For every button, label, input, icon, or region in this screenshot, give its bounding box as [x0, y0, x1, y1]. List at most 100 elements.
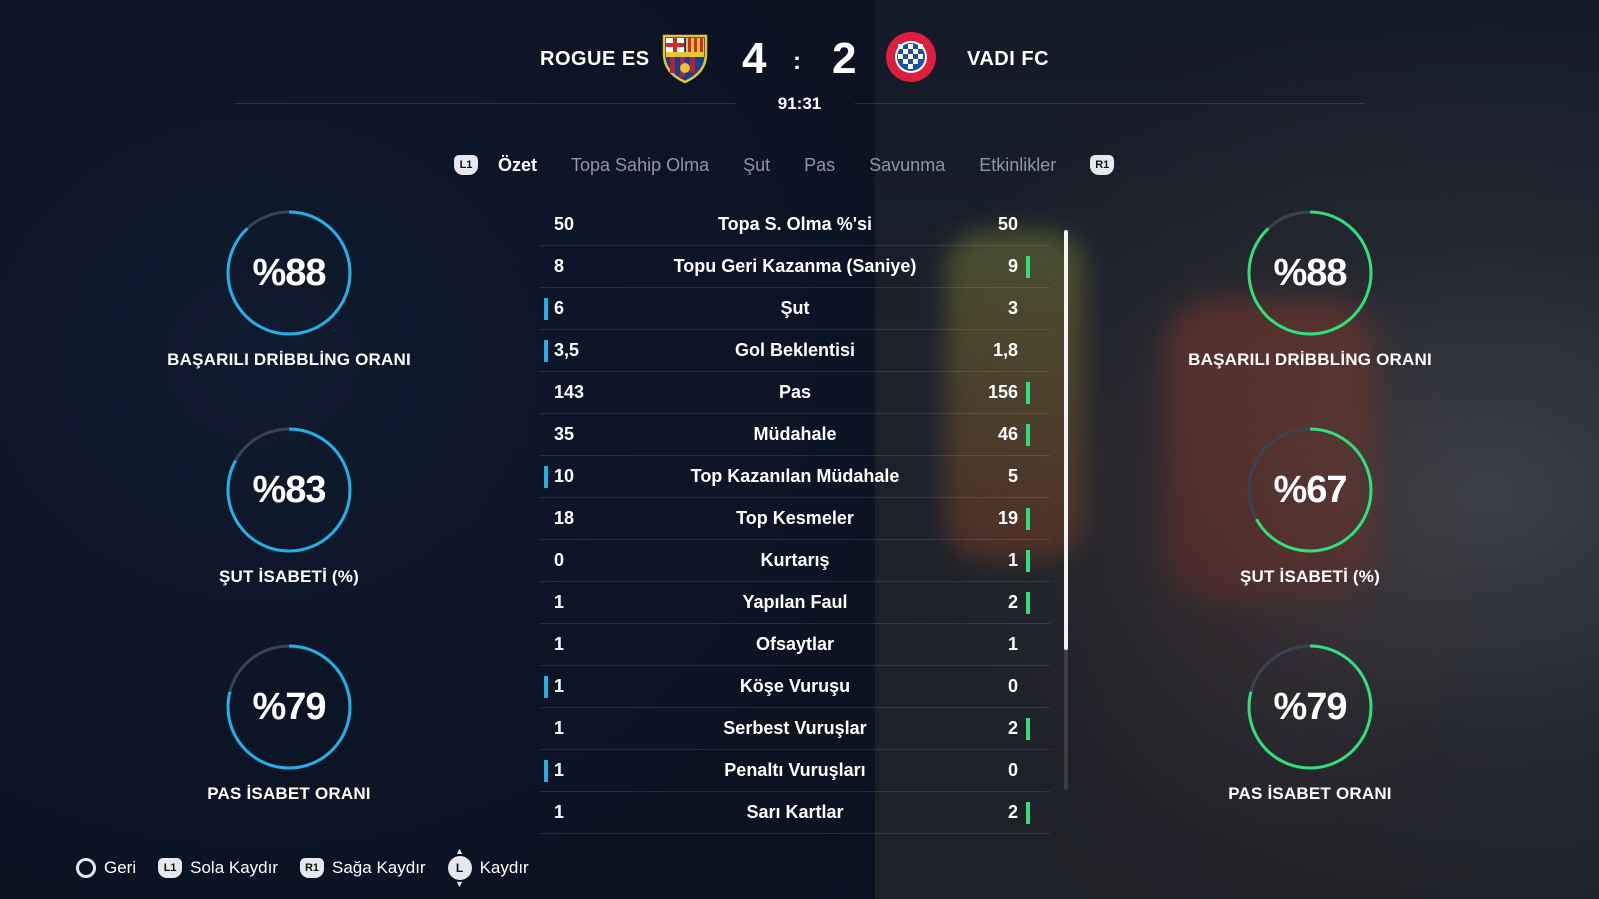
stat-row: 1 Sarı Kartlar 2 — [540, 792, 1050, 834]
away-stat-value: 2 — [1007, 718, 1018, 738]
l1-button-icon: L1 — [158, 858, 183, 878]
stat-row: 6 Şut 3 — [540, 288, 1050, 330]
home-dribbling-ring: %88 — [224, 208, 354, 338]
scroll-left-control[interactable]: L1 Sola Kaydır — [158, 858, 278, 878]
stat-name: Müdahale — [753, 424, 837, 444]
home-team-name: ROGUE ES — [540, 48, 650, 70]
away-stat-value: 0 — [1007, 676, 1018, 696]
away-pass-accuracy-stat: %79 PAS İSABET ORANI — [1160, 642, 1460, 804]
circle-button-icon — [76, 858, 96, 878]
tab-savunma[interactable]: Savunma — [869, 155, 945, 176]
home-pass-accuracy-label: PAS İSABET ORANI — [207, 784, 371, 803]
home-team-crest-icon — [662, 34, 708, 84]
away-dribbling-value: %88 — [1273, 252, 1347, 294]
home-pass-accuracy-ring: %79 — [224, 642, 354, 772]
stat-row: 1 Köşe Vuruşu 0 — [540, 666, 1050, 708]
home-shot-accuracy-label: ŞUT İSABETİ (%) — [219, 567, 359, 586]
scroll-control[interactable]: ▲ L ▼ Kaydır — [447, 847, 529, 889]
scroll-label: Kaydır — [479, 858, 529, 877]
tab-topa-sahip-olma[interactable]: Topa Sahip Olma — [571, 155, 709, 176]
scroll-right-label: Sağa Kaydır — [332, 858, 426, 877]
away-pass-accuracy-label: PAS İSABET ORANI — [1228, 784, 1392, 803]
away-stat-value: 0 — [1007, 760, 1018, 780]
stat-row: 1 Ofsaytlar 1 — [540, 624, 1050, 666]
stat-row: 1 Serbest Vuruşlar 2 — [540, 708, 1050, 750]
away-stat-value: 46 — [997, 424, 1018, 444]
stat-row: 1 Penaltı Vuruşları 0 — [540, 750, 1050, 792]
stat-row: 35 Müdahale 46 — [540, 414, 1050, 456]
stat-name: Köşe Vuruşu — [739, 676, 851, 696]
stat-row: 10 Top Kazanılan Müdahale 5 — [540, 456, 1050, 498]
away-shot-accuracy-label: ŞUT İSABETİ (%) — [1240, 567, 1380, 586]
scroll-right-control[interactable]: R1 Sağa Kaydır — [300, 858, 426, 878]
home-shot-accuracy-stat: %83 ŞUT İSABETİ (%) — [139, 425, 439, 587]
scoreboard-header: ROGUE ES 4 : 2 VADI FC — [0, 30, 1599, 90]
r1-button-icon: R1 — [300, 858, 325, 878]
r1-button-icon[interactable]: R1 — [1090, 155, 1115, 175]
stat-name: Yapılan Faul — [742, 592, 848, 612]
away-team-name: VADI FC — [967, 48, 1050, 70]
stat-row: 0 Kurtarış 1 — [540, 540, 1050, 582]
stat-name: Penaltı Vuruşları — [724, 760, 866, 780]
away-dribbling-stat: %88 BAŞARILI DRİBBLİNG ORANI — [1160, 208, 1460, 370]
stats-scrollbar-thumb[interactable] — [1064, 230, 1068, 650]
match-stats-table[interactable]: 50 Topa S. Olma %'si 50 8 Topu Geri Kazanma … — [540, 204, 1050, 834]
stat-name: Topa S. Olma %'si — [718, 214, 872, 234]
away-pass-accuracy-value: %79 — [1273, 686, 1347, 728]
home-shot-accuracy-ring: %83 — [224, 425, 354, 555]
away-dribbling-label: BAŞARILI DRİBBLİNG ORANI — [1188, 350, 1432, 369]
match-clock: 91:31 — [777, 94, 822, 113]
stat-name: Pas — [778, 382, 812, 402]
stat-row: 3,5 Gol Beklentisi 1,8 — [540, 330, 1050, 372]
away-stat-value: 1,8 — [992, 340, 1018, 360]
away-stat-value: 3 — [1007, 298, 1018, 318]
home-pass-accuracy-stat: %79 PAS İSABET ORANI — [139, 642, 439, 804]
away-stat-value: 9 — [1007, 256, 1018, 276]
stat-name: Top Kesmeler — [736, 508, 854, 528]
tab-pas[interactable]: Pas — [804, 155, 835, 176]
l1-button-icon[interactable]: L1 — [454, 155, 478, 175]
away-stat-value: 156 — [987, 382, 1018, 402]
stat-row: 1 Yapılan Faul 2 — [540, 582, 1050, 624]
stat-row: 50 Topa S. Olma %'si 50 — [540, 204, 1050, 246]
stat-row: 8 Topu Geri Kazanma (Saniye) 9 — [540, 246, 1050, 288]
stat-row: 143 Pas 156 — [540, 372, 1050, 414]
home-dribbling-label: BAŞARILI DRİBBLİNG ORANI — [167, 350, 411, 369]
away-stat-value: 2 — [1007, 802, 1018, 822]
away-score: 2 — [832, 34, 857, 83]
home-score: 4 — [742, 34, 767, 83]
controls-footer: Geri L1 Sola Kaydır R1 Sağa Kaydır ▲ L ▼… — [76, 847, 551, 889]
away-stat-value: 1 — [1007, 550, 1018, 570]
score-separator: : — [793, 48, 801, 75]
home-dribbling-value: %88 — [252, 252, 326, 294]
stats-scrollbar[interactable] — [1064, 230, 1068, 790]
stat-name: Şut — [780, 298, 810, 318]
away-stat-value: 19 — [997, 508, 1018, 528]
stat-row: 18 Top Kesmeler 19 — [540, 498, 1050, 540]
stats-tab-bar: L1 Özet Topa Sahip Olma Şut Pas Savunma … — [454, 150, 1115, 180]
away-stat-value: 50 — [997, 214, 1018, 234]
stat-name: Top Kazanılan Müdahale — [690, 466, 900, 486]
home-pass-accuracy-value: %79 — [252, 686, 326, 728]
back-label: Geri — [104, 858, 137, 877]
away-stat-value: 2 — [1007, 592, 1018, 612]
tab-etkinlikler[interactable]: Etkinlikler — [979, 155, 1056, 176]
stat-name: Sarı Kartlar — [746, 802, 844, 822]
away-dribbling-ring: %88 — [1245, 208, 1375, 338]
away-shot-accuracy-ring: %67 — [1245, 425, 1375, 555]
away-team-crest-icon — [886, 32, 936, 82]
home-shot-accuracy-value: %83 — [252, 469, 326, 511]
away-pass-accuracy-ring: %79 — [1245, 642, 1375, 772]
stat-name: Gol Beklentisi — [734, 340, 856, 360]
back-control[interactable]: Geri — [76, 858, 136, 878]
stat-name: Topu Geri Kazanma (Saniye) — [673, 256, 917, 276]
stat-name: Ofsaytlar — [755, 634, 835, 654]
away-shot-accuracy-value: %67 — [1273, 469, 1347, 511]
tab-ozet[interactable]: Özet — [498, 155, 537, 176]
stat-name: Serbest Vuruşlar — [723, 718, 867, 738]
away-shot-accuracy-stat: %67 ŞUT İSABETİ (%) — [1160, 425, 1460, 587]
away-stat-value: 5 — [1007, 466, 1018, 486]
home-dribbling-stat: %88 BAŞARILI DRİBBLİNG ORANI — [139, 208, 439, 370]
scroll-left-label: Sola Kaydır — [190, 858, 279, 877]
tab-sut[interactable]: Şut — [743, 155, 770, 176]
